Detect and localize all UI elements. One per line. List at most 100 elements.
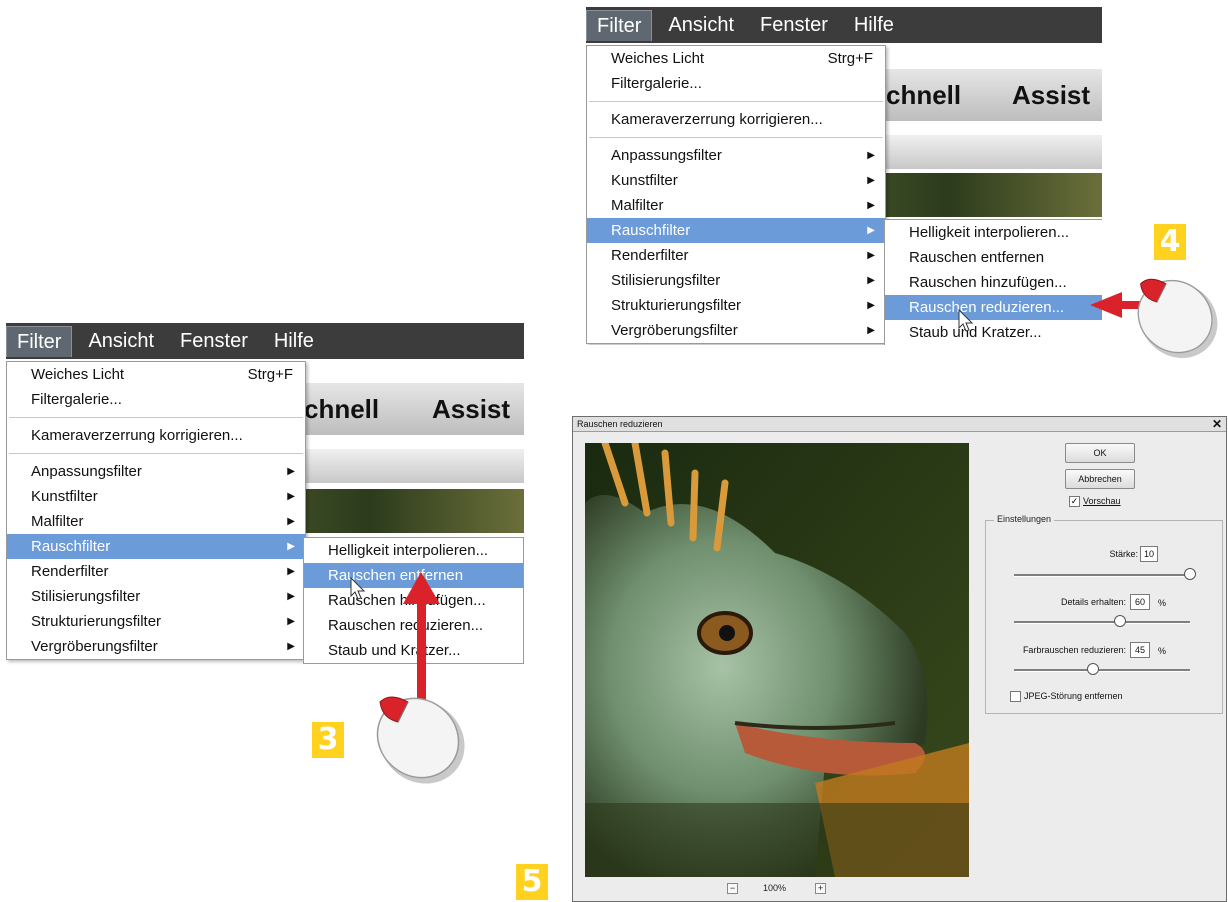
menu-item-label: Vergröberungsfilter	[611, 322, 738, 339]
strength-input[interactable]: 10	[1140, 546, 1158, 562]
menu-item-submenu[interactable]: Renderfilter ▶	[587, 243, 885, 268]
submenu-arrow-icon: ▶	[867, 300, 875, 311]
menu-item-label: Malfilter	[611, 197, 664, 214]
iguana-photo	[585, 443, 969, 877]
submenu-arrow-icon: ▶	[287, 516, 295, 527]
details-input[interactable]: 60	[1130, 594, 1150, 610]
menu-item-submenu[interactable]: Renderfilter ▶	[7, 559, 305, 584]
submenu-item[interactable]: Helligkeit interpolieren...	[304, 538, 523, 563]
submenu-arrow-icon: ▶	[867, 275, 875, 286]
cancel-button[interactable]: Abbrechen	[1065, 469, 1135, 489]
menu-item-submenu[interactable]: Strukturierungsfilter ▶	[587, 293, 885, 318]
menu-fenster[interactable]: Fenster	[750, 10, 838, 40]
color-noise-unit: %	[1158, 646, 1167, 656]
menu-item-submenu[interactable]: Rauschfilter ▶	[587, 218, 885, 243]
filter-dropdown: Weiches Licht Strg+F Filtergalerie... Kamer…	[6, 361, 306, 660]
menu-item[interactable]: Kameraverzerrung korrigieren...	[587, 107, 885, 132]
submenu-arrow-icon: ▶	[867, 325, 875, 336]
strength-slider-handle[interactable]	[1184, 568, 1196, 580]
menu-item[interactable]: Weiches Licht Strg+F	[7, 362, 305, 387]
submenu-arrow-icon: ▶	[287, 566, 295, 577]
close-icon[interactable]: ✕	[1212, 417, 1222, 431]
mode-tab-schnell[interactable]: chnell	[886, 69, 961, 121]
submenu-item[interactable]: Staub und Kratzer...	[885, 320, 1102, 345]
submenu-arrow-icon: ▶	[867, 175, 875, 186]
menu-separator	[9, 417, 303, 418]
menu-item-label: Filtergalerie...	[611, 75, 702, 92]
submenu-item[interactable]: Rauschen hinzufügen...	[885, 270, 1102, 295]
menu-separator	[9, 453, 303, 454]
submenu-arrow-icon: ▶	[287, 541, 295, 552]
menu-item[interactable]: Kameraverzerrung korrigieren...	[7, 423, 305, 448]
rauschfilter-submenu: Helligkeit interpolieren... Rauschen entf…	[884, 219, 1102, 345]
menu-item[interactable]: Filtergalerie...	[587, 71, 885, 96]
menu-item-shortcut: Strg+F	[247, 366, 293, 383]
menu-item-label: Vergröberungsfilter	[31, 638, 158, 655]
menu-item-label: Rauschfilter	[31, 538, 111, 555]
zoom-in-button[interactable]: +	[815, 883, 826, 894]
menu-item-submenu[interactable]: Anpassungsfilter ▶	[587, 143, 885, 168]
menu-fenster[interactable]: Fenster	[170, 326, 258, 356]
preview-label: Vorschau	[1083, 496, 1121, 506]
filter-dropdown: Weiches Licht Strg+F Filtergalerie... Kamer…	[586, 45, 886, 344]
menu-hilfe[interactable]: Hilfe	[844, 10, 904, 40]
submenu-arrow-icon: ▶	[287, 466, 295, 477]
step3-screenshot: Filter Ansicht Fenster Hilfe chnell Assi…	[6, 323, 524, 665]
menu-item-submenu[interactable]: Strukturierungsfilter ▶	[7, 609, 305, 634]
submenu-item[interactable]: Rauschen entfernen	[885, 245, 1102, 270]
preview-image[interactable]	[585, 443, 969, 877]
menu-item-label: Strukturierungsfilter	[611, 297, 742, 314]
mouse-icon	[1137, 278, 1218, 358]
menu-item[interactable]: Filtergalerie...	[7, 387, 305, 412]
menu-filter[interactable]: Filter	[6, 325, 73, 357]
cursor-icon	[958, 309, 974, 332]
menu-separator	[589, 101, 883, 102]
settings-group-label: Einstellungen	[994, 514, 1055, 524]
submenu-arrow-icon: ▶	[287, 591, 295, 602]
zoom-out-button[interactable]: −	[727, 883, 738, 894]
color-noise-slider-handle[interactable]	[1087, 663, 1100, 675]
menu-item-submenu[interactable]: Vergröberungsfilter ▶	[587, 318, 885, 343]
dialog-title: Rauschen reduzieren	[577, 419, 663, 429]
menu-item-label: Weiches Licht	[31, 366, 125, 383]
details-slider-track[interactable]	[1014, 621, 1190, 624]
submenu-arrow-icon: ▶	[867, 200, 875, 211]
preview-checkbox[interactable]: ✓	[1069, 496, 1080, 507]
menu-item-submenu[interactable]: Stilisierungsfilter ▶	[7, 584, 305, 609]
submenu-item[interactable]: Rauschen reduzieren...	[885, 295, 1102, 320]
mouse-icon	[376, 696, 465, 784]
menu-item-label: Renderfilter	[31, 563, 109, 580]
submenu-item[interactable]: Helligkeit interpolieren...	[885, 220, 1102, 245]
menu-ansicht[interactable]: Ansicht	[78, 326, 164, 356]
menu-item-label: Rauschfilter	[611, 222, 691, 239]
mode-tab-schnell[interactable]: chnell	[304, 383, 379, 435]
menu-ansicht[interactable]: Ansicht	[658, 10, 744, 40]
menu-item[interactable]: Weiches Licht Strg+F	[587, 46, 885, 71]
menu-item-submenu[interactable]: Kunstfilter ▶	[7, 484, 305, 509]
menu-item-submenu[interactable]: Kunstfilter ▶	[587, 168, 885, 193]
color-noise-label: Farbrauschen reduzieren:	[1022, 645, 1126, 655]
menu-item-submenu[interactable]: Malfilter ▶	[7, 509, 305, 534]
rauschen-reduzieren-dialog: Rauschen reduzieren ✕ − 100% + OK Abbrec…	[572, 416, 1227, 902]
cursor-icon	[350, 577, 366, 600]
menu-hilfe[interactable]: Hilfe	[264, 326, 324, 356]
menu-item-submenu[interactable]: Stilisierungsfilter ▶	[587, 268, 885, 293]
details-label: Details erhalten:	[1060, 597, 1126, 607]
submenu-arrow-icon: ▶	[867, 225, 875, 236]
jpeg-checkbox[interactable]	[1010, 691, 1021, 702]
menu-item-submenu[interactable]: Rauschfilter ▶	[7, 534, 305, 559]
details-slider-handle[interactable]	[1113, 615, 1126, 627]
strength-slider-track[interactable]	[1014, 574, 1190, 577]
step4-screenshot: Filter Ansicht Fenster Hilfe chnell Assi…	[586, 7, 1102, 345]
color-noise-slider-track[interactable]	[1014, 669, 1190, 672]
arrow-icon	[403, 572, 440, 702]
step-badge-3: 3	[312, 722, 344, 758]
color-noise-input[interactable]: 45	[1130, 642, 1150, 658]
menu-item-submenu[interactable]: Malfilter ▶	[587, 193, 885, 218]
menu-item-submenu[interactable]: Anpassungsfilter ▶	[7, 459, 305, 484]
mode-tab-assistent[interactable]: Assist	[1012, 69, 1090, 121]
ok-button[interactable]: OK	[1065, 443, 1135, 463]
mode-tab-assistent[interactable]: Assist	[432, 383, 510, 435]
menu-item-submenu[interactable]: Vergröberungsfilter ▶	[7, 634, 305, 659]
menu-filter[interactable]: Filter	[586, 9, 653, 41]
